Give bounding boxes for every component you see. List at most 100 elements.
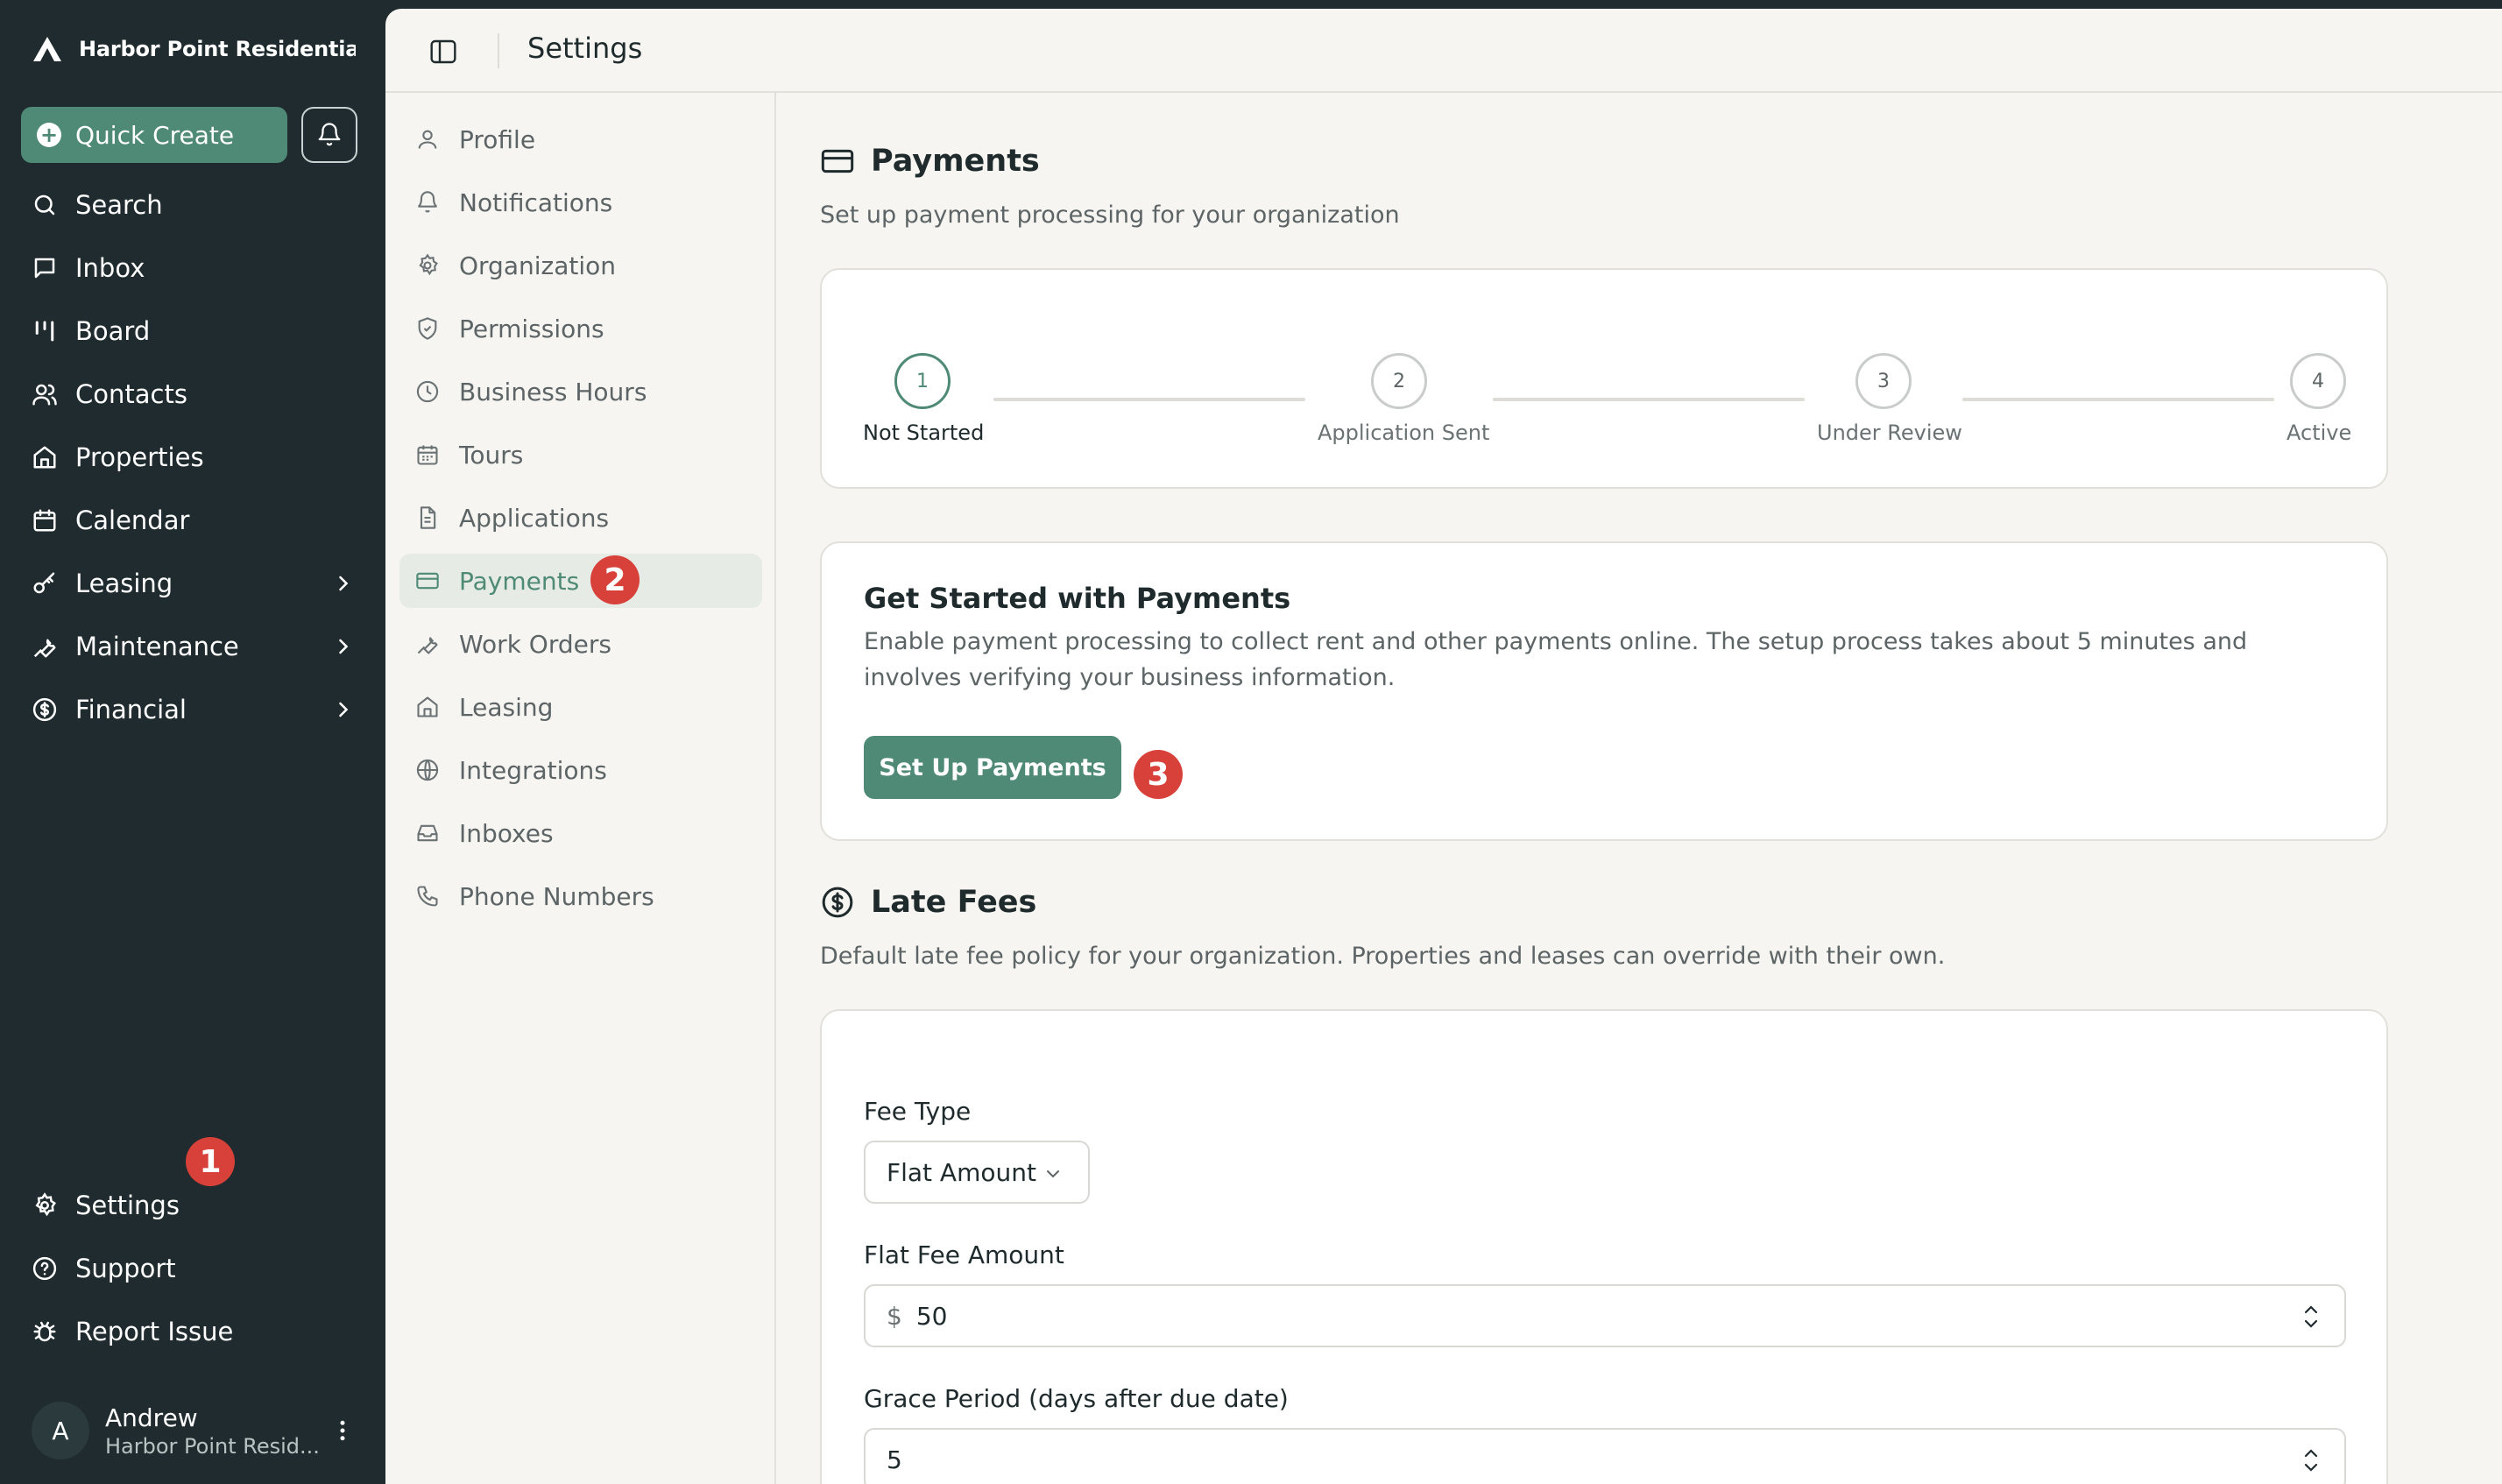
credit-card-icon (821, 149, 854, 173)
inbox-tray-icon (415, 819, 443, 847)
settings-nav-notifications[interactable]: Notifications (399, 175, 762, 230)
nav-support[interactable]: Support (32, 1244, 356, 1293)
get-started-card: Get Started with Payments Enable payment… (820, 541, 2388, 841)
settings-nav-leasing[interactable]: Leasing (399, 680, 762, 734)
chevron-down-icon (1047, 1170, 1059, 1178)
nav-leasing[interactable]: Leasing (32, 559, 356, 608)
nav-label: Settings (75, 1191, 180, 1220)
brand[interactable]: Harbor Point Residential Pc (32, 32, 356, 67)
nav-label: Financial (75, 695, 187, 724)
settings-nav-label: Permissions (459, 314, 604, 343)
settings-nav-label: Notifications (459, 187, 613, 217)
settings-nav-payments[interactable]: Payments (399, 554, 762, 608)
file-text-icon (415, 504, 443, 532)
card-title: Get Started with Payments (864, 582, 1291, 615)
gear-icon (415, 251, 443, 279)
nav-search[interactable]: Search (32, 180, 356, 230)
section-title: Payments (871, 144, 1040, 179)
quick-create-button[interactable]: + Quick Create (21, 107, 287, 163)
user-menu[interactable]: A Andrew Harbor Point Resid... (32, 1402, 356, 1459)
app-sidebar: Harbor Point Residential Pc + Quick Crea… (0, 0, 385, 1484)
settings-nav-label: Applications (459, 503, 610, 533)
late-fees-header: Late Fees (820, 885, 1036, 920)
settings-nav-permissions[interactable]: Permissions (399, 301, 762, 356)
settings-nav-label: Inboxes (459, 818, 554, 848)
nav-label: Support (75, 1254, 176, 1283)
section-subtitle: Default late fee policy for your organiz… (820, 943, 1946, 970)
chevron-right-icon (339, 639, 349, 654)
key-icon (32, 566, 67, 601)
wrench-icon (415, 630, 443, 658)
chevron-right-icon (339, 702, 349, 717)
notifications-button[interactable] (301, 107, 357, 163)
nav-calendar[interactable]: Calendar (32, 496, 356, 545)
step-marker-3: 3 (1134, 750, 1183, 799)
set-up-payments-button[interactable]: Set Up Payments (864, 736, 1121, 799)
step-label: Active (2286, 420, 2352, 445)
nav-label: Properties (75, 442, 204, 472)
nav-report-issue[interactable]: Report Issue (32, 1307, 356, 1356)
dollar-circle-icon (32, 692, 67, 727)
user-name: Andrew (105, 1403, 198, 1432)
nav-label: Report Issue (75, 1317, 234, 1346)
search-icon (32, 187, 67, 223)
chevron-right-icon (339, 576, 349, 591)
nav-maintenance[interactable]: Maintenance (32, 622, 356, 671)
nav-properties[interactable]: Properties (32, 433, 356, 482)
currency-prefix: $ (887, 1301, 902, 1331)
step-connector (993, 398, 1305, 401)
plus-icon: + (37, 123, 61, 147)
calendar-icon (32, 503, 67, 538)
avatar: A (32, 1402, 89, 1459)
sidebar-toggle-icon[interactable] (429, 39, 457, 68)
flat-fee-value: 50 (915, 1301, 948, 1331)
bug-icon (32, 1314, 67, 1349)
settings-nav-work-orders[interactable]: Work Orders (399, 617, 762, 671)
settings-nav-tours[interactable]: Tours (399, 428, 762, 482)
nav-label: Board (75, 316, 151, 346)
grace-period-input[interactable]: 5 (864, 1428, 2346, 1484)
flat-fee-input[interactable]: $ 50 (864, 1284, 2346, 1347)
contacts-icon (32, 377, 67, 412)
settings-nav-integrations[interactable]: Integrations (399, 743, 762, 797)
settings-nav-business-hours[interactable]: Business Hours (399, 364, 762, 419)
step-connector (1962, 398, 2274, 401)
step-label: Application Sent (1318, 420, 1490, 445)
help-circle-icon (32, 1251, 67, 1286)
nav-board[interactable]: Board (32, 307, 356, 356)
settings-nav-label: Profile (459, 124, 536, 154)
step-connector (1493, 398, 1805, 401)
logo-icon (33, 37, 61, 61)
bell-icon (318, 123, 341, 146)
fee-type-select[interactable]: Flat Amount (864, 1141, 1090, 1204)
fee-type-value: Flat Amount (887, 1157, 1036, 1187)
more-vertical-icon[interactable] (329, 1417, 356, 1444)
flat-fee-label: Flat Fee Amount (864, 1240, 1064, 1269)
settings-nav-label: Phone Numbers (459, 881, 654, 911)
stepper-icon[interactable] (2301, 1445, 2322, 1475)
main-panel: Settings Profile Notifications Organizat… (385, 9, 2502, 1484)
nav-label: Calendar (75, 505, 190, 535)
settings-nav-applications[interactable]: Applications (399, 491, 762, 545)
settings-nav-inboxes[interactable]: Inboxes (399, 806, 762, 860)
settings-nav-organization[interactable]: Organization (399, 238, 762, 293)
brand-name: Harbor Point Residential Pc (79, 37, 356, 61)
settings-content: Payments Set up payment processing for y… (776, 93, 2502, 1484)
nav-financial[interactable]: Financial (32, 685, 356, 734)
home-icon (415, 693, 443, 721)
settings-nav-profile[interactable]: Profile (399, 112, 762, 166)
step-marker-2: 2 (590, 555, 640, 604)
stepper-icon[interactable] (2301, 1302, 2322, 1332)
nav-label: Contacts (75, 379, 187, 409)
nav-contacts[interactable]: Contacts (32, 370, 356, 419)
late-fees-card: Fee Type Flat Amount Flat Fee Amount $ 5… (820, 1009, 2388, 1484)
calendar-icon (415, 441, 443, 469)
credit-card-icon (415, 567, 443, 595)
step-circle: 4 (2290, 353, 2346, 409)
nav-settings[interactable]: Settings (32, 1181, 356, 1230)
settings-nav-phone-numbers[interactable]: Phone Numbers (399, 869, 762, 923)
clock-icon (415, 378, 443, 406)
nav-inbox[interactable]: Inbox (32, 244, 356, 293)
settings-nav-label: Business Hours (459, 377, 647, 406)
grace-period-value: 5 (887, 1445, 902, 1474)
